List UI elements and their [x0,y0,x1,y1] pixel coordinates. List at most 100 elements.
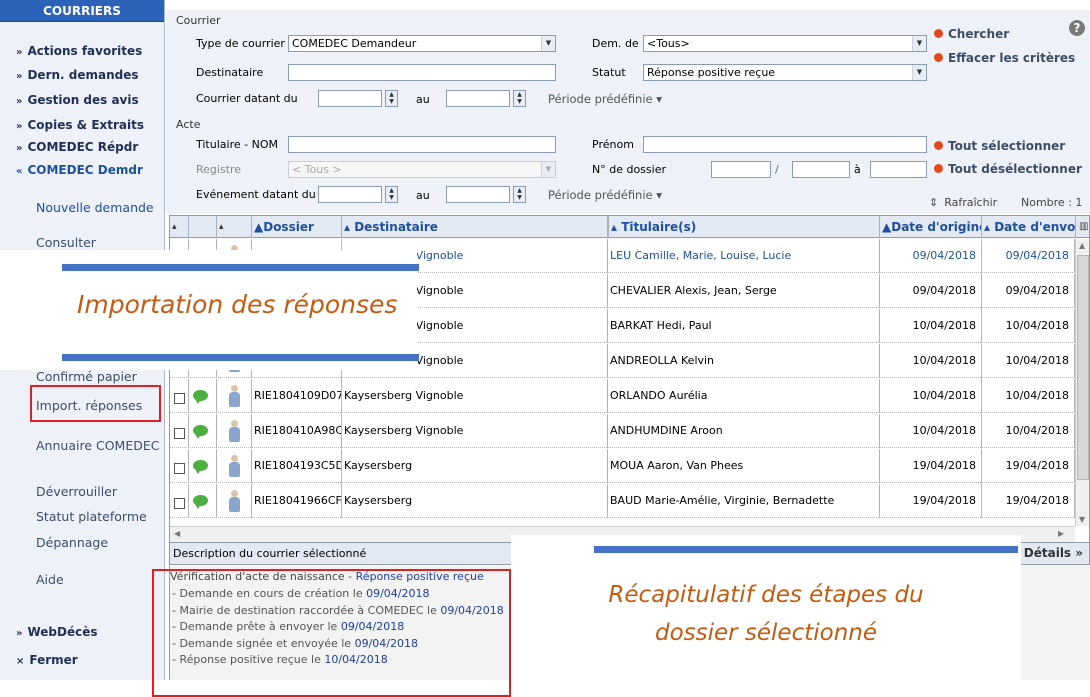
expand-chevron-icon: » [16,71,23,82]
scroll-up-arrow-icon[interactable]: ▲ [1079,241,1085,250]
titulaire-nom-label: Titulaire - NOM [196,138,278,151]
sidebar-link-statut-plateforme[interactable]: Statut plateforme [36,509,147,524]
dossier-column-header[interactable]: ▲Dossier [252,216,342,238]
message-bubble-icon [193,460,208,474]
titulaire-cell: LEU Camille, Marie, Louise, Lucie [608,239,880,273]
periode-predefinie-dropdown[interactable]: Période prédéfinie ▾ [548,188,662,202]
sidebar-section-comedec-repdr[interactable]: » COMEDEC Répdr [16,140,138,154]
tout-deselectionner-button[interactable]: Tout désélectionner [934,162,1082,176]
table-row[interactable]: RIE1804109D07 Kaysersberg Vignoble ORLANDO… [170,379,1075,413]
sidebar-link-annuaire[interactable]: Annuaire COMEDEC [36,438,159,453]
titulaire-column-header[interactable]: ⚲▴ Titulaire(s) [608,216,880,238]
status-cell [189,414,217,448]
origine-cell: 10/04/2018 [880,414,982,448]
titulaire-header-label: ▴ Titulaire(s) [611,220,697,234]
sidebar-section-comedec-demdr[interactable]: « COMEDEC Demdr [16,163,143,177]
date-spinner-icon[interactable]: ▲ ▼ [513,186,526,203]
envoi-cell: 10/04/2018 [982,414,1075,448]
person-icon [229,490,240,512]
sidebar-section-copies[interactable]: » Copies & Extraits [16,118,144,132]
type-column-header[interactable]: ▴ [217,216,252,238]
row-checkbox[interactable] [174,463,185,474]
origine-cell: 19/04/2018 [880,484,982,518]
expand-chevron-icon: » [16,121,23,132]
expand-chevron-icon: » [16,96,23,107]
destinataire-input[interactable] [288,64,556,81]
type-cell [217,379,252,413]
date-origine-column-header[interactable]: ▲Date d'origine [880,216,982,238]
table-row[interactable]: RIE180410A98C Kaysersberg Vignoble ANDHUMD… [170,414,1075,448]
titulaire-cell: ANDHUMDINE Aroon [608,414,880,448]
periode-predefinie-dropdown[interactable]: Période prédéfinie ▾ [548,92,662,106]
type-cell [217,484,252,518]
table-row[interactable]: RIE1804193C5D Kaysersberg MOUA Aaron, Van … [170,449,1075,483]
dossier-from-input[interactable] [792,161,850,178]
destinataire-column-header[interactable]: ▴ Destinataire [342,216,608,238]
courrier-date-to-input[interactable] [446,90,510,107]
import-annotation-text: Importation des réponses [77,290,398,319]
evenement-date-from-input[interactable] [318,186,382,203]
recap-annotation: Récapitulatif des étapes du dossier séle… [511,535,1021,680]
sidebar-link-aide[interactable]: Aide [36,572,64,587]
message-bubble-icon [193,495,208,509]
sidebar-link-depannage[interactable]: Dépannage [36,535,108,550]
tout-selectionner-button[interactable]: Tout sélectionner [934,139,1065,153]
courrier-group-title: Courrier [176,14,221,27]
date-envoi-column-header[interactable]: ▴ Date d'envoi [982,216,1076,238]
dossier-prefix-input[interactable] [711,161,771,178]
scroll-down-arrow-icon[interactable]: ▼ [1079,515,1085,524]
expand-chevron-icon: » [16,47,23,58]
rafraichir-button[interactable]: ⇕ Rafraîchir [929,196,997,209]
table-row[interactable]: RIE18041966CF Kaysersberg BAUD Marie-Améli… [170,484,1075,518]
row-checkbox[interactable] [174,428,185,439]
origine-cell: 19/04/2018 [880,449,982,483]
sidebar-section-webdeces[interactable]: » WebDécès [16,625,98,639]
dossier-to-input[interactable] [870,161,927,178]
date-spinner-icon[interactable]: ▲ ▼ [385,186,398,203]
grid-header: ▴ ▴ ▲Dossier ▴ Destinataire ⚲▴ Titulaire… [170,216,1089,238]
select-cell [170,414,189,448]
sidebar-section-favorites[interactable]: » Actions favorites [16,44,142,58]
sidebar-title: COURRIERS [0,0,164,22]
courrier-date-from-input[interactable] [318,90,382,107]
sidebar-section-label: COMEDEC Demdr [27,163,143,177]
dem-de-select[interactable]: <Tous> ▼ [643,35,927,52]
sidebar-link-consulter[interactable]: Consulter [36,235,96,250]
scroll-right-arrow-icon[interactable]: ▶ [1058,529,1064,538]
chercher-button[interactable]: Chercher [934,27,1009,41]
type-courrier-select[interactable]: COMEDEC Demandeur ▼ [288,35,556,52]
date-spinner-icon[interactable]: ▲ ▼ [385,90,398,107]
select-column-header[interactable]: ▴ [170,216,189,238]
dem-de-label: Dem. de [592,37,639,50]
row-checkbox[interactable] [174,498,185,509]
refresh-icon: ⇕ [929,196,939,209]
au-label: au [416,189,430,202]
sidebar-section-label: Gestion des avis [27,93,139,107]
help-icon[interactable]: ? [1069,20,1085,36]
column-chooser-icon[interactable]: ▥ [1079,221,1088,232]
effacer-criteres-button[interactable]: Effacer les critères [934,51,1075,65]
status-cell [189,484,217,518]
sidebar-section-notices[interactable]: » Gestion des avis [16,93,139,107]
sidebar-section-recent[interactable]: » Dern. demandes [16,68,139,82]
scroll-left-arrow-icon[interactable]: ◀ [174,529,180,538]
statut-select[interactable]: Réponse positive reçue ▼ [643,64,927,81]
titulaire-nom-input[interactable] [288,136,556,153]
sidebar-close-button[interactable]: × Fermer [16,653,78,667]
details-toggle[interactable]: Détails » [1024,546,1083,560]
sidebar-link-confirme-papier[interactable]: Confirmé papier [36,369,137,384]
vertical-scrollbar[interactable]: ▲ ▼ [1075,239,1089,526]
scroll-thumb[interactable] [1077,255,1089,480]
titulaire-cell: ORLANDO Aurélia [608,379,880,413]
search-panel: Courrier Type de courrier COMEDEC Demand… [166,10,1090,214]
status-column-header[interactable] [189,216,217,238]
prenom-input[interactable] [643,136,927,153]
evenement-date-to-input[interactable] [446,186,510,203]
row-checkbox[interactable] [174,393,185,404]
envoi-cell: 10/04/2018 [982,344,1075,378]
sidebar-link-nouvelle-demande[interactable]: Nouvelle demande [36,200,154,215]
sidebar-link-deverrouiller[interactable]: Déverrouiller [36,484,117,499]
date-spinner-icon[interactable]: ▲ ▼ [513,90,526,107]
dropdown-arrow-icon: ▼ [541,162,555,177]
chercher-label: Chercher [948,27,1010,41]
